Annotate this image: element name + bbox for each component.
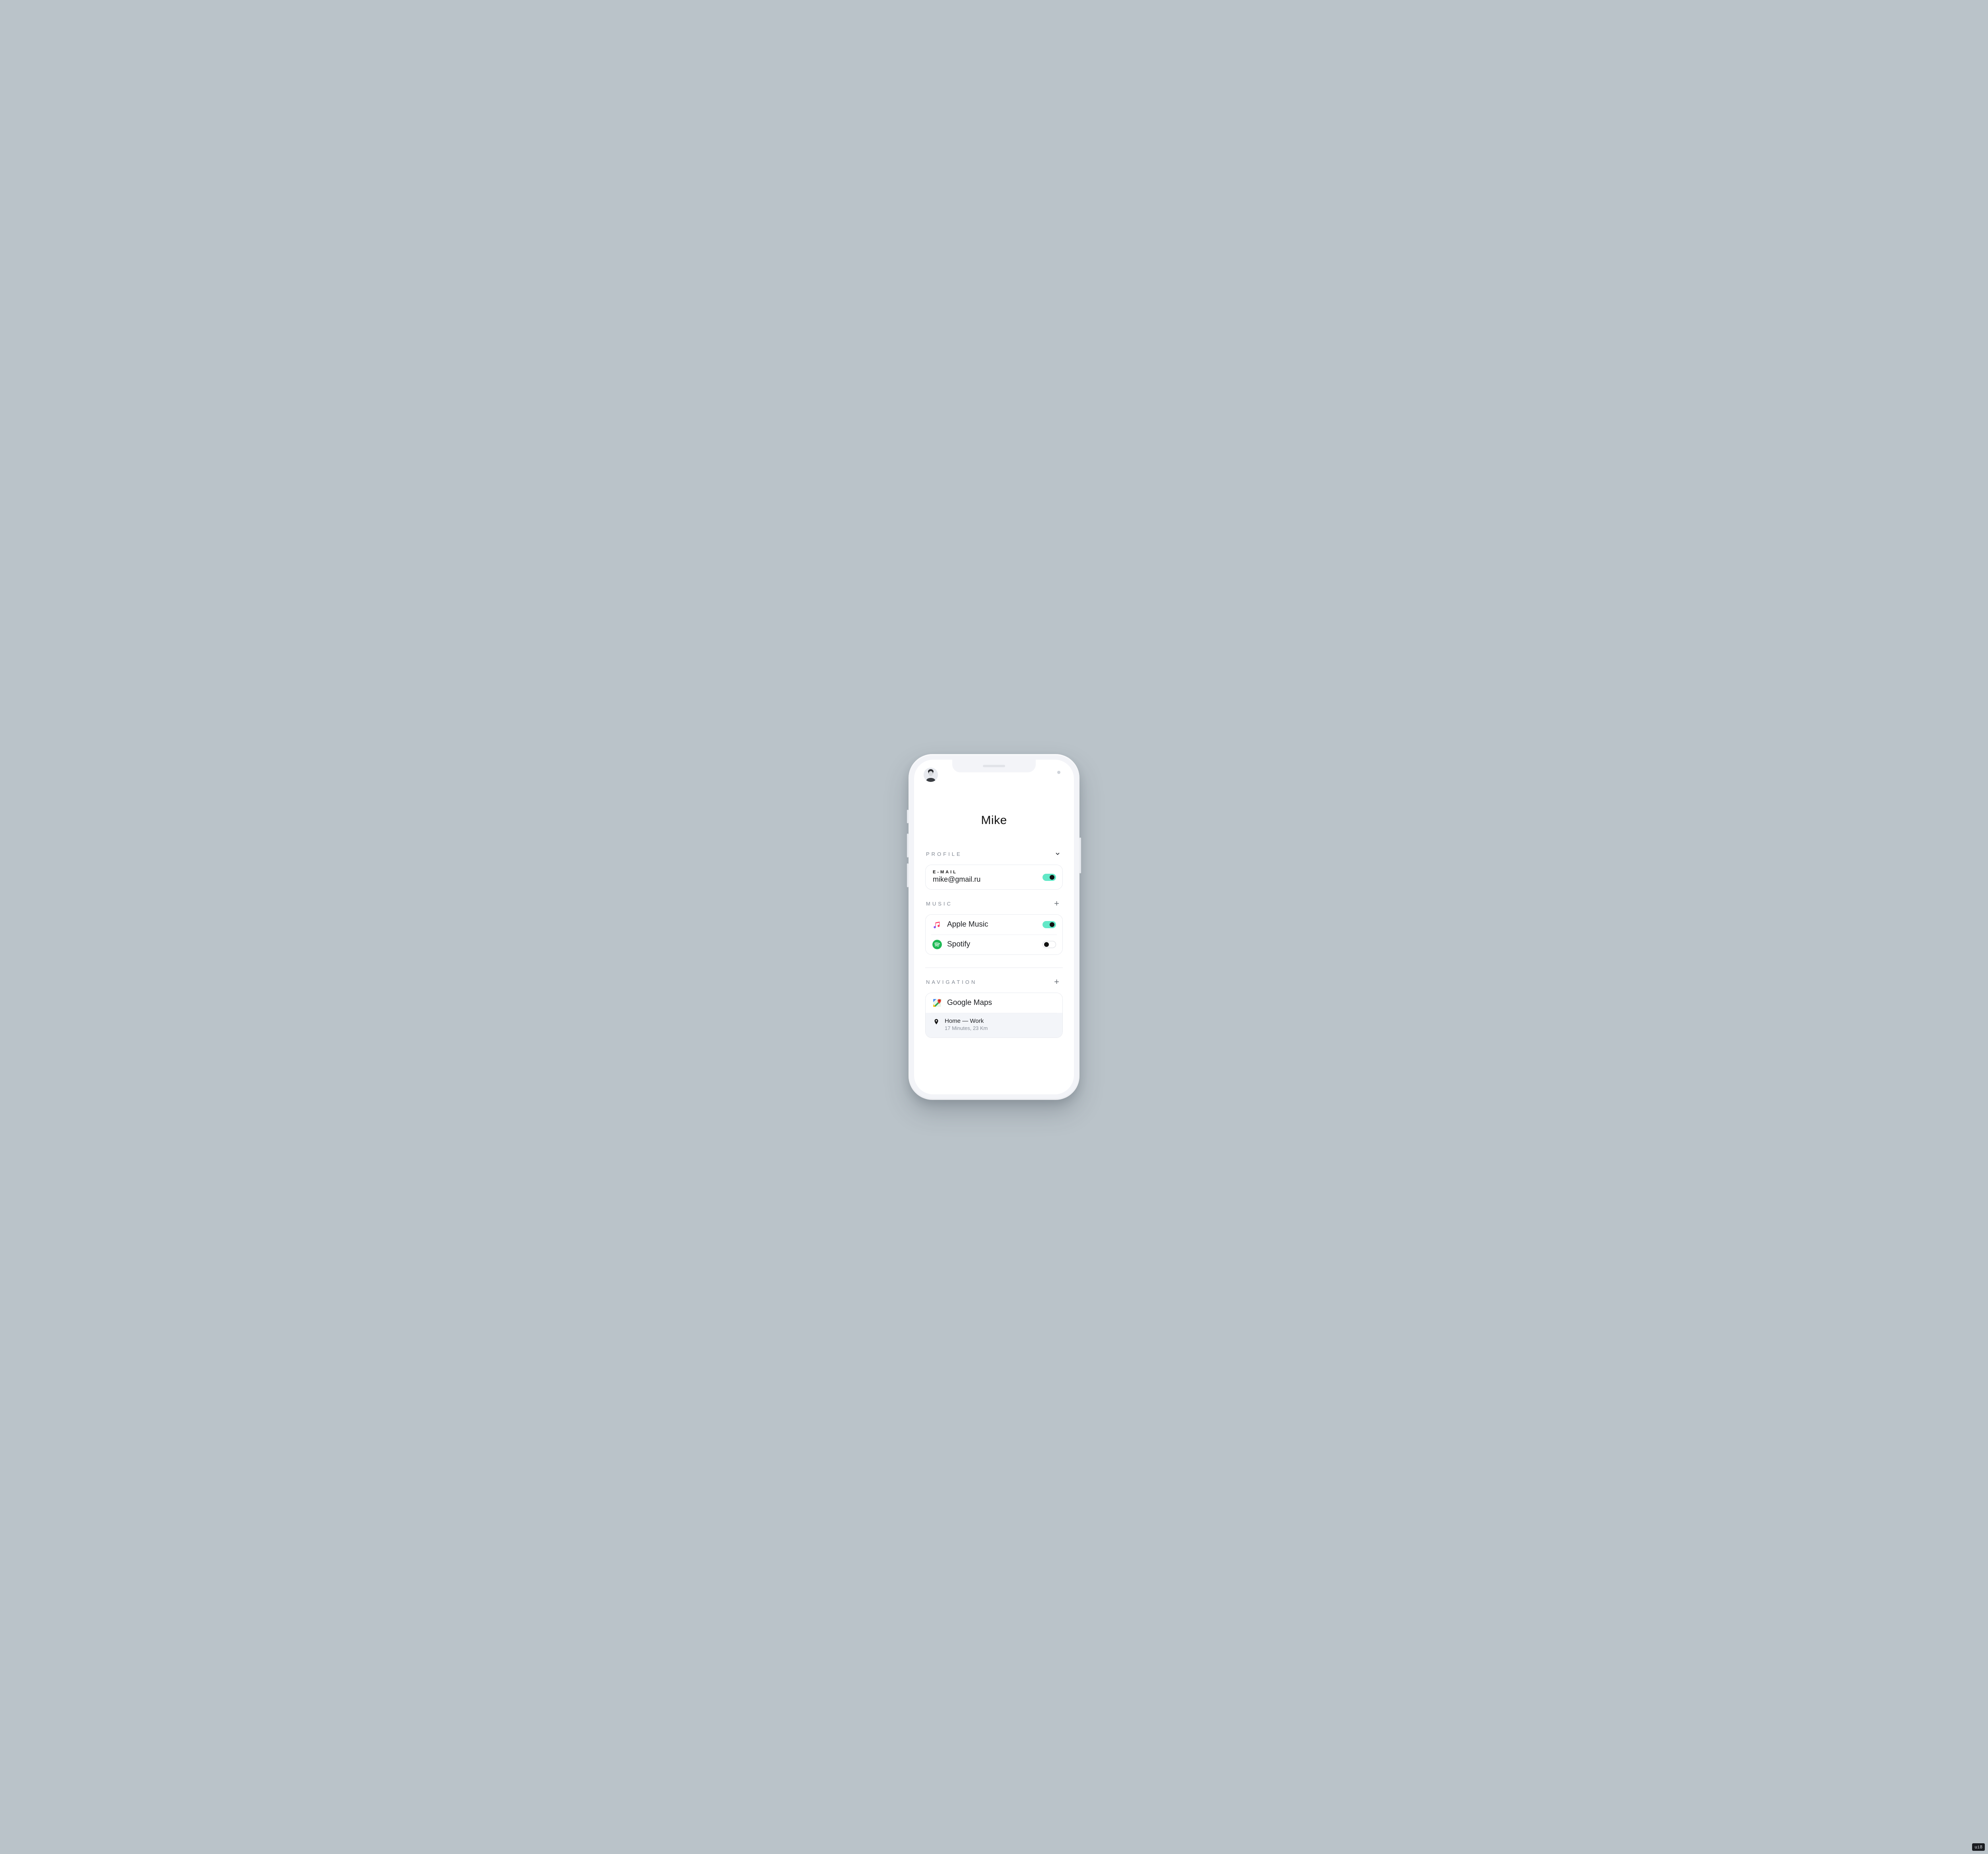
phone-notch (952, 760, 1036, 772)
music-row-label: Spotify (947, 940, 1043, 949)
phone-side-button (1079, 838, 1081, 873)
section-header-music: MUSIC + (925, 899, 1063, 908)
google-maps-icon (932, 998, 942, 1008)
profile-card: E-MAIL mike@gmail.ru (925, 865, 1063, 890)
music-row-apple: Apple Music (926, 915, 1062, 935)
section-label: NAVIGATION (926, 979, 977, 985)
phone-screen: Mike PROFILE E-MAIL mike@gmail.ru MUSIC … (914, 760, 1074, 1094)
email-toggle[interactable] (1043, 874, 1056, 881)
navigation-card: Google Maps Home — Work 17 Minutes, 23 K… (925, 993, 1063, 1038)
add-navigation-button[interactable]: + (1053, 977, 1062, 986)
section-label: PROFILE (926, 851, 962, 857)
phone-speaker (983, 765, 1005, 767)
navigation-route-row[interactable]: Home — Work 17 Minutes, 23 Km (926, 1013, 1062, 1038)
email-row: E-MAIL mike@gmail.ru (926, 865, 1062, 889)
email-label: E-MAIL (933, 870, 1055, 875)
spotify-icon (932, 939, 942, 950)
music-apple-toggle[interactable] (1043, 921, 1056, 928)
music-card: Apple Music Spotify (925, 914, 1063, 955)
chevron-down-icon[interactable] (1053, 849, 1062, 858)
phone-frame: Mike PROFILE E-MAIL mike@gmail.ru MUSIC … (909, 754, 1079, 1100)
plus-icon: + (1054, 899, 1061, 908)
route-subtitle: 17 Minutes, 23 Km (945, 1025, 988, 1031)
plus-icon: + (1054, 977, 1061, 986)
phone-side-button (907, 810, 909, 823)
screen-content: Mike PROFILE E-MAIL mike@gmail.ru MUSIC … (914, 760, 1074, 1094)
music-row-spotify: Spotify (926, 935, 1062, 954)
section-header-profile[interactable]: PROFILE (925, 849, 1063, 858)
navigation-row-label: Google Maps (947, 999, 1056, 1007)
apple-music-icon (932, 919, 942, 930)
section-header-navigation: NAVIGATION + (925, 977, 1063, 986)
section-label: MUSIC (926, 901, 953, 907)
route-title: Home — Work (945, 1018, 988, 1024)
page-title: Mike (925, 814, 1063, 827)
email-value: mike@gmail.ru (933, 875, 980, 883)
phone-side-button (907, 834, 909, 857)
music-row-label: Apple Music (947, 920, 1043, 929)
navigation-row-gmaps: Google Maps (926, 993, 1062, 1013)
music-spotify-toggle[interactable] (1043, 941, 1056, 948)
location-pin-icon (933, 1018, 940, 1026)
add-music-button[interactable]: + (1053, 899, 1062, 908)
watermark-badge: ui8 (1972, 1843, 1985, 1851)
phone-side-button (907, 863, 909, 887)
